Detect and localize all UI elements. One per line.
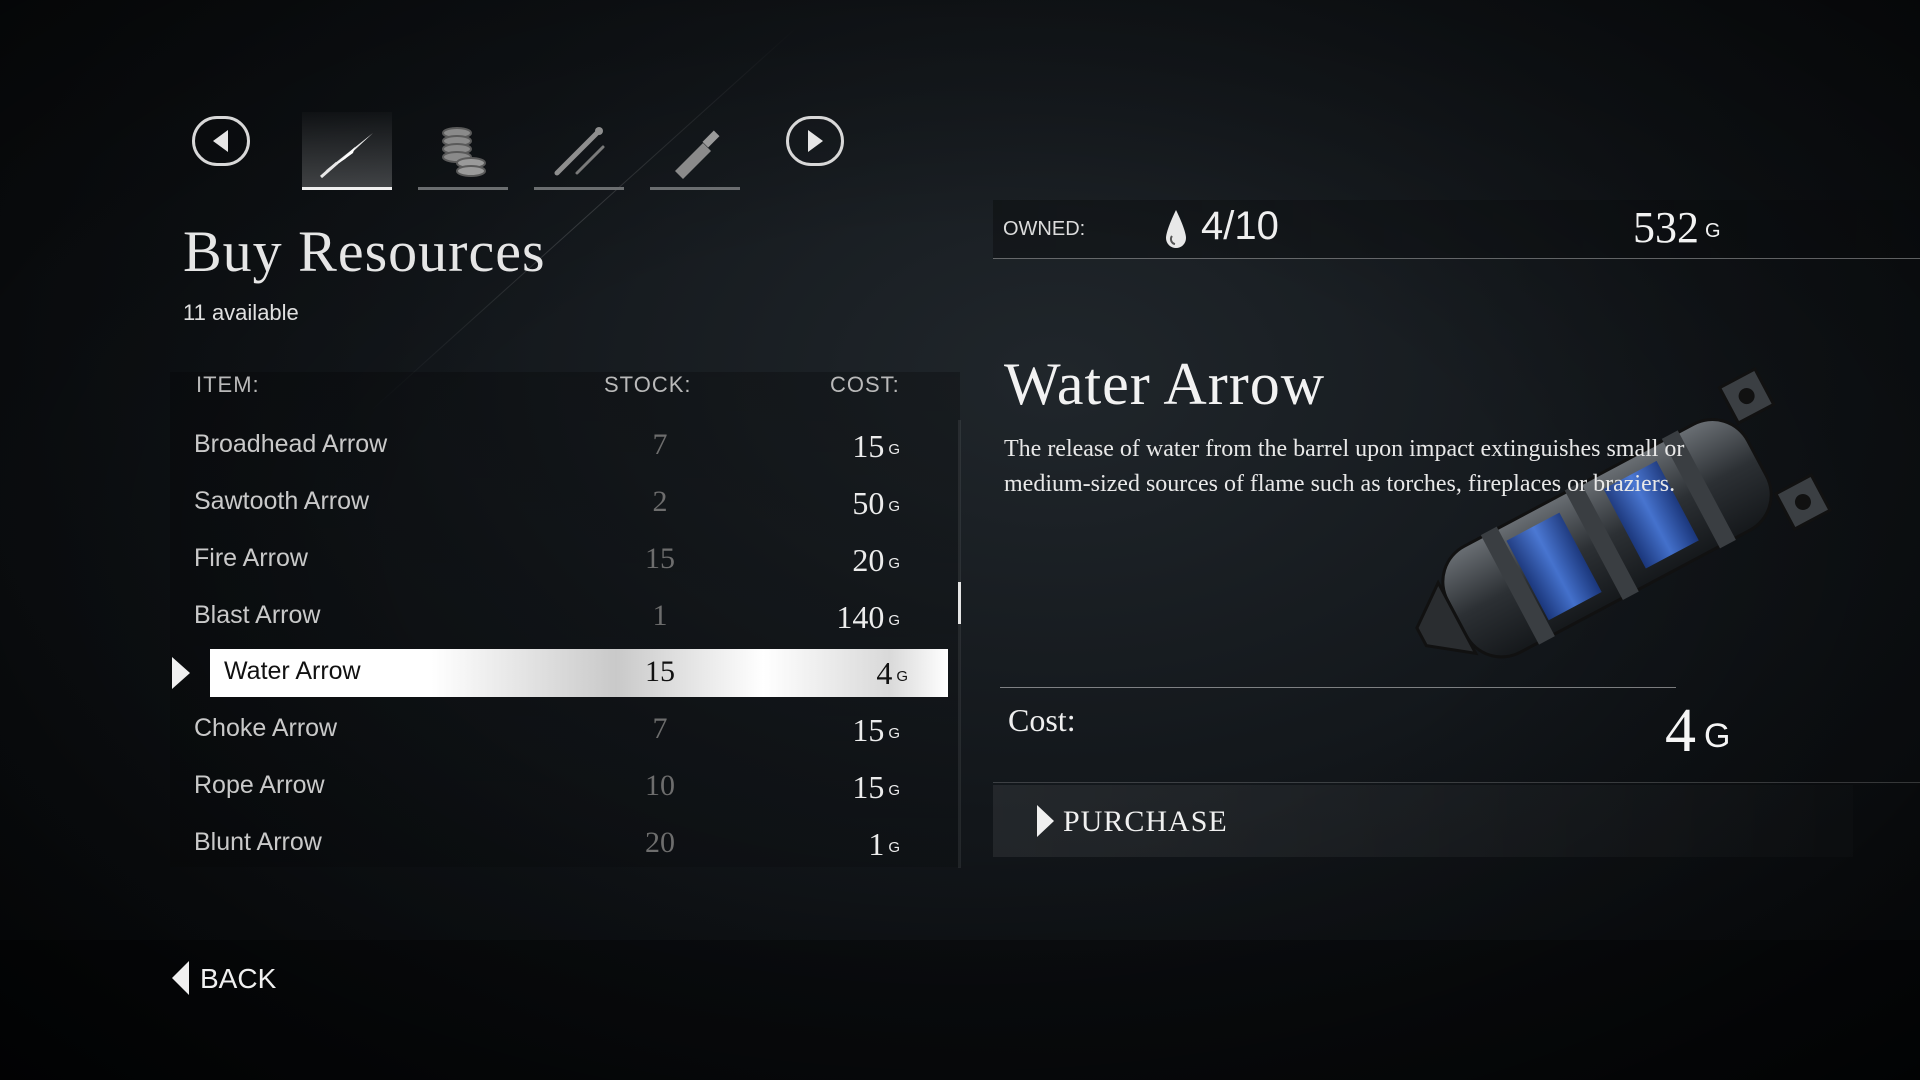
cost-label: Cost: bbox=[1008, 702, 1076, 738]
purchase-label: PURCHASE bbox=[1063, 805, 1228, 838]
chevron-right-icon bbox=[808, 130, 823, 152]
row-cost: 50 G bbox=[852, 485, 900, 521]
water-drop-icon bbox=[1166, 210, 1186, 248]
prev-category-button[interactable] bbox=[192, 116, 250, 166]
item-title: Water Arrow bbox=[1004, 351, 1326, 417]
row-cost: 15 G bbox=[852, 769, 900, 805]
column-header-stock: STOCK: bbox=[604, 372, 692, 397]
row-item-name: Sawtooth Arrow bbox=[194, 487, 370, 515]
scrollbar-thumb[interactable] bbox=[958, 582, 961, 624]
row-item-name: Blunt Arrow bbox=[194, 828, 322, 856]
row-stock: 2 bbox=[652, 485, 668, 518]
item-cost: 4G bbox=[1665, 697, 1731, 765]
row-item-name: Blast Arrow bbox=[194, 601, 321, 629]
water-arrow-image bbox=[1415, 366, 1833, 659]
row-cost: 15 G bbox=[852, 712, 900, 748]
table-row[interactable]: Blunt Arrow 20 1G bbox=[170, 820, 960, 868]
row-item-name: Rope Arrow bbox=[194, 771, 325, 799]
purchase-button[interactable]: PURCHASE bbox=[993, 785, 1853, 857]
tab-potions[interactable] bbox=[650, 112, 740, 190]
cost-divider bbox=[993, 782, 1920, 783]
table-row[interactable]: Fire Arrow 15 20 G bbox=[170, 536, 960, 584]
table-row[interactable]: Broadhead Arrow 7 15 G bbox=[170, 422, 960, 470]
tab-underline bbox=[534, 187, 624, 190]
tab-underline bbox=[418, 187, 508, 190]
page-title: Buy Resources bbox=[183, 219, 546, 284]
table-scrollbar[interactable] bbox=[958, 420, 961, 868]
tab-coins[interactable] bbox=[418, 112, 508, 190]
bottle-icon bbox=[675, 130, 720, 179]
selection-marker-icon bbox=[172, 657, 190, 689]
detail-divider bbox=[1000, 687, 1676, 688]
tab-arrows[interactable] bbox=[302, 112, 392, 190]
player-gold: 532 G bbox=[1633, 203, 1721, 252]
table-row[interactable]: Rope Arrow 10 15 G bbox=[170, 763, 960, 811]
tab-underline bbox=[302, 187, 392, 190]
row-cost: 4G bbox=[876, 655, 908, 691]
table-row[interactable]: Choke Arrow 7 15 G bbox=[170, 706, 960, 754]
row-stock: 15 bbox=[645, 655, 675, 688]
table-row-selected[interactable]: Water Arrow 15 4G bbox=[210, 649, 948, 697]
row-item-name: Water Arrow bbox=[224, 657, 361, 685]
row-cost: 1G bbox=[868, 826, 900, 862]
play-triangle-icon bbox=[1037, 805, 1054, 837]
row-item-name: Fire Arrow bbox=[194, 544, 308, 572]
row-cost: 140 G bbox=[836, 599, 900, 635]
available-count: 11 available bbox=[183, 300, 299, 325]
back-label: BACK bbox=[200, 963, 277, 994]
resource-table: ITEM: STOCK: COST: Broadhead Arrow 7 15 G… bbox=[170, 372, 960, 867]
column-header-item: ITEM: bbox=[196, 372, 260, 397]
coins-icon bbox=[442, 127, 486, 177]
row-cost: 20 G bbox=[852, 542, 900, 578]
table-row[interactable]: Blast Arrow 1 140 G bbox=[170, 593, 960, 641]
owned-status-bar: OWNED: 4/10 532 G bbox=[993, 200, 1920, 259]
selected-row-wrapper: Water Arrow 15 4G bbox=[170, 649, 960, 697]
owned-count: 4/10 bbox=[1201, 204, 1279, 248]
owned-label: OWNED: bbox=[1003, 218, 1086, 240]
item-description: The release of water from the barrel upo… bbox=[1004, 436, 1685, 497]
tab-underline bbox=[650, 187, 740, 190]
row-item-name: Broadhead Arrow bbox=[194, 430, 388, 458]
row-cost: 15 G bbox=[852, 428, 900, 464]
back-triangle-icon bbox=[172, 961, 189, 995]
tool-icon bbox=[554, 127, 605, 176]
chevron-left-icon bbox=[213, 130, 228, 152]
row-stock: 20 bbox=[645, 826, 675, 859]
row-item-name: Choke Arrow bbox=[194, 714, 338, 742]
row-stock: 1 bbox=[652, 599, 668, 632]
next-category-button[interactable] bbox=[786, 116, 844, 166]
row-stock: 10 bbox=[645, 769, 675, 802]
row-stock: 15 bbox=[645, 542, 675, 575]
column-header-cost: COST: bbox=[830, 372, 900, 397]
arrow-icon bbox=[320, 133, 373, 179]
row-stock: 7 bbox=[652, 712, 668, 745]
tab-tools[interactable] bbox=[534, 112, 624, 190]
table-row[interactable]: Sawtooth Arrow 2 50 G bbox=[170, 479, 960, 527]
row-stock: 7 bbox=[652, 428, 668, 461]
footer-bar bbox=[0, 940, 1920, 1080]
